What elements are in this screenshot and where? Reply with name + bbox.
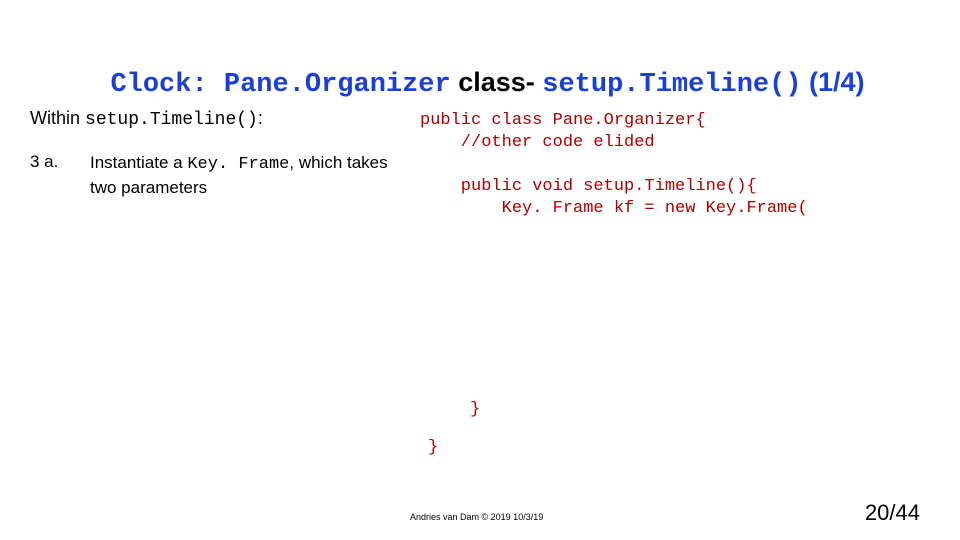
intro-suffix: : bbox=[258, 108, 263, 128]
step-code: Key. Frame bbox=[187, 155, 289, 174]
title-part4: (1/4) bbox=[802, 67, 865, 97]
code-line1: public class Pane.Organizer{ bbox=[420, 111, 706, 130]
slide-title: Clock: Pane.Organizer class- setup.Timel… bbox=[0, 36, 960, 100]
step-description: Instantiate a Key. Frame, which takes tw… bbox=[90, 152, 390, 200]
step-text-before: Instantiate a bbox=[90, 153, 187, 172]
code-close-brace-2: } bbox=[428, 438, 438, 457]
code-line2: //other code elided bbox=[420, 133, 655, 152]
title-part3: setup.Timeline() bbox=[542, 70, 801, 100]
intro-text: Within setup.Timeline(): bbox=[30, 108, 263, 130]
step-number: 3 a. bbox=[30, 152, 58, 172]
code-close-brace-1: } bbox=[470, 400, 480, 419]
footer-credit: Andries van Dam © 2019 10/3/19 bbox=[410, 512, 543, 522]
title-part2: class- bbox=[451, 67, 543, 97]
intro-prefix: Within bbox=[30, 108, 85, 128]
page-number: 20/44 bbox=[865, 500, 920, 526]
code-line4: public void setup.Timeline(){ bbox=[420, 177, 757, 196]
intro-code: setup.Timeline() bbox=[85, 110, 258, 130]
code-line5: Key. Frame kf = new Key.Frame( bbox=[420, 199, 808, 218]
title-part1: Clock: Pane.Organizer bbox=[110, 70, 450, 100]
code-block: public class Pane.Organizer{ //other cod… bbox=[420, 110, 808, 220]
